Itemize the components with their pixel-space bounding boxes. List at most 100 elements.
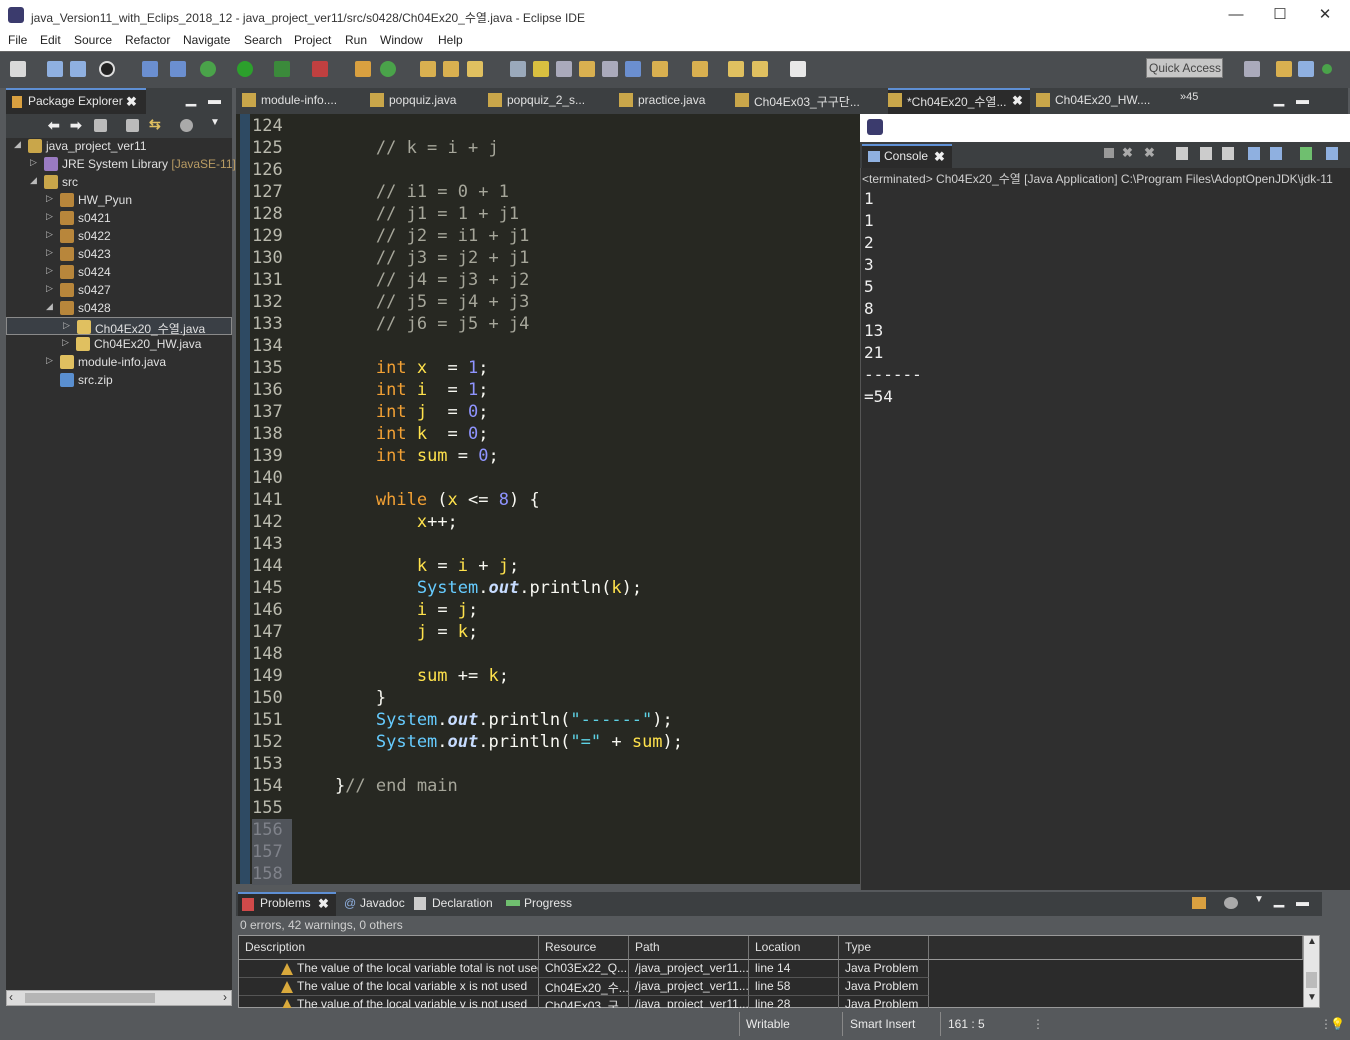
tab-declaration[interactable]: Declaration <box>412 892 498 916</box>
collapsed-arrow-icon[interactable]: ▷ <box>46 265 53 276</box>
scroll-thumb[interactable] <box>25 993 155 1003</box>
skip-breakpoints-icon[interactable] <box>170 61 186 77</box>
problem-cell[interactable]: Java Problem <box>839 978 929 996</box>
problem-cell[interactable]: The value of the local variable x is not… <box>239 978 539 996</box>
menu-file[interactable]: File <box>8 33 27 47</box>
close-button[interactable]: ✕ <box>1302 2 1348 28</box>
show-whitespace-icon[interactable] <box>602 61 618 77</box>
editor-tab-ch04ex20-active[interactable]: *Ch04Ex20_수열... ✖ <box>888 88 1030 114</box>
word-wrap-icon[interactable] <box>1200 147 1212 160</box>
view-menu-icon[interactable]: ▼ <box>210 117 220 128</box>
status-cursor-position[interactable]: 161 : 5 <box>948 1017 985 1031</box>
expanded-arrow-icon[interactable]: ◢ <box>30 175 37 186</box>
tree-item[interactable]: ◢ src <box>6 173 232 191</box>
open-console-icon[interactable] <box>1300 147 1312 160</box>
forward-icon[interactable] <box>790 61 806 77</box>
code-line[interactable]: k = i + j; <box>294 555 519 577</box>
tree-item[interactable]: ◢ java_project_ver11 <box>6 137 232 155</box>
pilcrow-icon[interactable] <box>625 61 641 77</box>
tree-item[interactable]: ▷ s0424 <box>6 263 232 281</box>
save-icon[interactable] <box>47 61 63 77</box>
focus-on-active-task-icon[interactable] <box>1192 897 1206 909</box>
problem-cell[interactable]: Ch03Ex22_Q... <box>539 960 629 978</box>
menu-project[interactable]: Project <box>294 33 331 47</box>
display-console-icon[interactable] <box>1270 147 1282 160</box>
collapsed-arrow-icon[interactable]: ▷ <box>46 193 53 204</box>
code-line[interactable]: int sum = 0; <box>294 445 499 467</box>
minimize-view-icon[interactable]: ▁ <box>186 91 196 107</box>
tab-javadoc[interactable]: @ Javadoc <box>342 892 408 916</box>
collapsed-arrow-icon[interactable]: ▷ <box>63 320 70 331</box>
editor-tab-popquiz[interactable]: popquiz.java <box>370 88 482 114</box>
maximize-button[interactable]: ☐ <box>1257 2 1303 28</box>
collapsed-arrow-icon[interactable]: ▷ <box>62 337 69 348</box>
profile-icon[interactable] <box>99 61 115 77</box>
problem-cell[interactable]: /java_project_ver11... <box>629 960 749 978</box>
menu-search[interactable]: Search <box>244 33 282 47</box>
problems-scrollbar[interactable]: ▲ ▼ <box>1303 936 1319 1007</box>
remove-launch-icon[interactable]: ✖ <box>1122 145 1133 161</box>
expanded-arrow-icon[interactable]: ◢ <box>46 301 53 312</box>
run-icon[interactable] <box>237 61 253 77</box>
code-line[interactable]: i = j; <box>294 599 478 621</box>
show-stdout-icon[interactable] <box>1222 147 1234 160</box>
minimize-editor-icon[interactable]: ▁ <box>1274 91 1284 107</box>
collapse-all-icon[interactable] <box>126 119 139 132</box>
editor-tab-module-info[interactable]: module-info.... <box>242 88 366 114</box>
new-java-project-icon[interactable] <box>355 61 371 77</box>
code-line[interactable]: j = k; <box>294 621 478 643</box>
code-line[interactable]: // i1 = 0 + 1 <box>294 181 509 203</box>
new-class-icon[interactable] <box>380 61 396 77</box>
tree-item[interactable]: ▷ s0427 <box>6 281 232 299</box>
column-type[interactable]: Type <box>839 936 929 960</box>
code-line[interactable]: // j3 = j2 + j1 <box>294 247 530 269</box>
code-line[interactable]: // j1 = 1 + j1 <box>294 203 519 225</box>
filters-icon[interactable] <box>1224 897 1238 909</box>
tree-item[interactable]: ▷ s0422 <box>6 227 232 245</box>
java-perspective-icon[interactable] <box>1298 61 1314 77</box>
menu-refactor[interactable]: Refactor <box>125 33 170 47</box>
code-line[interactable]: System.out.println("------"); <box>294 709 673 731</box>
code-line[interactable]: int i = 1; <box>294 379 489 401</box>
collapsed-arrow-icon[interactable]: ▷ <box>46 355 53 366</box>
menu-help[interactable]: Help <box>438 33 463 47</box>
new-icon[interactable] <box>10 61 26 77</box>
scroll-lock-icon[interactable] <box>1176 147 1188 160</box>
quick-access-field[interactable]: Quick Access <box>1146 58 1223 78</box>
menu-window[interactable]: Window <box>380 33 423 47</box>
tree-item[interactable]: ◢ s0428 <box>6 299 232 317</box>
back-icon[interactable] <box>752 61 768 77</box>
status-insert-mode[interactable]: Smart Insert <box>850 1017 915 1031</box>
scroll-down-icon[interactable]: ▼ <box>1307 992 1317 1003</box>
debug-icon[interactable] <box>200 61 216 77</box>
tree-item[interactable]: src.zip <box>6 371 232 389</box>
maximize-view-icon[interactable]: ▬ <box>1296 894 1309 909</box>
editor-tab-popquiz-2[interactable]: popquiz_2_s... <box>488 88 612 114</box>
menu-navigate[interactable]: Navigate <box>183 33 230 47</box>
problem-cell[interactable]: /java_project_ver11... <box>629 978 749 996</box>
column-location[interactable]: Location <box>749 936 839 960</box>
up-icon[interactable] <box>94 119 107 132</box>
debug-perspective-icon[interactable] <box>1322 64 1332 74</box>
column-path[interactable]: Path <box>629 936 749 960</box>
editor-tab-ch04ex20-hw[interactable]: Ch04Ex20_HW.... <box>1036 88 1176 114</box>
editor-overflow-button[interactable]: »45 <box>1180 88 1210 114</box>
focus-icon[interactable] <box>180 119 193 132</box>
menu-edit[interactable]: Edit <box>40 33 61 47</box>
tree-item[interactable]: ▷ Ch04Ex20_수열.java <box>6 317 232 336</box>
word-wrap-icon[interactable] <box>579 61 595 77</box>
tree-item[interactable]: ▷ module-info.java <box>6 353 232 371</box>
save-all-icon[interactable] <box>70 61 86 77</box>
problem-cell[interactable]: Java Problem <box>839 960 929 978</box>
code-line[interactable]: }// end main <box>294 775 458 797</box>
editor-tab-practice[interactable]: practice.java <box>619 88 729 114</box>
problem-cell[interactable]: line 14 <box>749 960 839 978</box>
code-line[interactable]: while (x <= 8) { <box>294 489 540 511</box>
lightbulb-icon[interactable]: 💡 <box>1330 1017 1345 1031</box>
toggle-mark-occurrences-icon[interactable] <box>510 61 526 77</box>
code-line[interactable]: // j2 = i1 + j1 <box>294 225 530 247</box>
code-line[interactable]: int j = 0; <box>294 401 489 423</box>
last-edit-icon[interactable] <box>728 61 744 77</box>
previous-annotation-icon[interactable] <box>692 61 708 77</box>
code-line[interactable]: } <box>294 687 386 709</box>
